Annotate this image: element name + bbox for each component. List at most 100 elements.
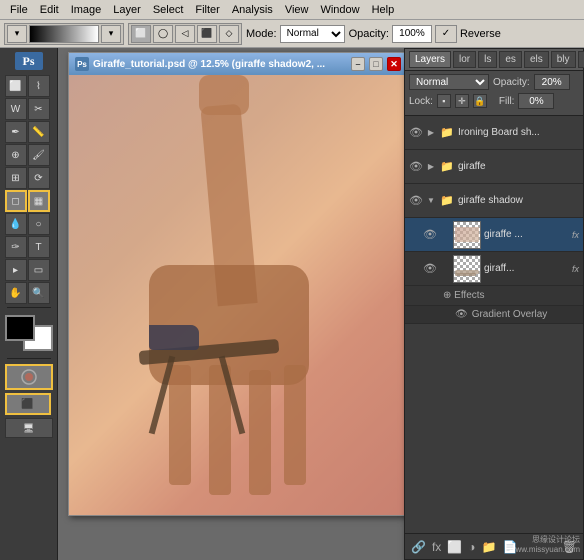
tab-lns[interactable]: lns <box>578 51 584 68</box>
opacity-value-input[interactable] <box>534 74 570 90</box>
ps-logo: Ps <box>15 52 43 70</box>
eye-giraffe[interactable]: 👁 <box>409 160 423 174</box>
ruler-tool[interactable]: 📏 <box>28 121 50 143</box>
menu-help[interactable]: Help <box>366 3 401 17</box>
fill-value-input[interactable] <box>518 93 554 109</box>
zoom-tool[interactable]: 🔍 <box>28 282 50 304</box>
watermark-line2: www.missyuan.com <box>510 545 580 554</box>
radial-gradient-btn[interactable]: ◯ <box>153 25 173 43</box>
layer-name-giraffe: giraffe <box>458 161 579 172</box>
menu-window[interactable]: Window <box>314 3 365 17</box>
eraser-tool[interactable]: ◻ <box>5 190 27 212</box>
spot-healing-tool[interactable]: ⊕ <box>5 144 27 166</box>
crop-tool[interactable]: ✂ <box>28 98 50 120</box>
layer-ironing-board[interactable]: 👁 ▶ 📁 Ironing Board sh... <box>405 116 583 150</box>
foreground-color-swatch[interactable] <box>5 315 35 341</box>
sublayer-giraffe-2[interactable]: 👁 giraff... fx <box>405 252 583 286</box>
tool-row-1: ⬜ ⌇ <box>5 75 53 97</box>
tab-ls[interactable]: ls <box>478 51 497 68</box>
blend-mode-dropdown[interactable]: Normal <box>409 74 489 90</box>
path-select-tool[interactable]: ▸ <box>5 259 27 281</box>
lock-position-btn[interactable]: ✛ <box>455 94 469 108</box>
menu-filter[interactable]: Filter <box>189 3 225 17</box>
expand-ironing-board[interactable]: ▶ <box>426 126 436 140</box>
gradient-preview[interactable] <box>29 25 99 43</box>
eye-sublayer-2[interactable]: 👁 <box>423 262 437 276</box>
opacity-input[interactable] <box>392 25 432 43</box>
link-layers-btn[interactable]: 🔗 <box>411 540 426 554</box>
clone-tool[interactable]: ⊞ <box>5 167 27 189</box>
reflected-gradient-btn[interactable]: ⬛ <box>197 25 217 43</box>
eye-ironing-board[interactable]: 👁 <box>409 126 423 140</box>
menu-edit[interactable]: Edit <box>34 3 65 17</box>
adjustment-layer-btn[interactable]: ◑ <box>468 540 475 554</box>
dodge-tool[interactable]: ○ <box>28 213 50 235</box>
menu-analysis[interactable]: Analysis <box>226 3 279 17</box>
lock-pixels-btn[interactable]: ▪ <box>437 94 451 108</box>
layer-mask-btn[interactable]: ⬜ <box>447 540 462 554</box>
screen-mode-row: ⬛ <box>5 393 53 415</box>
menu-view[interactable]: View <box>279 3 315 17</box>
tab-els[interactable]: els <box>524 51 549 68</box>
tab-layers[interactable]: Layers <box>409 51 451 68</box>
eye-sublayer-1[interactable]: 👁 <box>423 228 437 242</box>
document-minimize-btn[interactable]: – <box>351 57 365 71</box>
canvas-area: Ps Giraffe_tutorial.psd @ 12.5% (giraffe… <box>58 48 584 560</box>
folder-icon-ironing-board: 📁 <box>439 126 455 140</box>
application-frame-btn[interactable]: 🖥 <box>5 418 53 438</box>
layer-styles-btn[interactable]: fx <box>432 540 441 554</box>
angle-gradient-btn[interactable]: ◁ <box>175 25 195 43</box>
marquee-tool[interactable]: ⬜ <box>5 75 27 97</box>
layer-giraffe-shadow[interactable]: 👁 ▼ 📁 giraffe shadow <box>405 184 583 218</box>
menu-layer[interactable]: Layer <box>107 3 147 17</box>
quick-mask-tool[interactable] <box>5 364 53 390</box>
gradient-overlay-row[interactable]: 👁 Gradient Overlay <box>405 306 583 324</box>
eye-giraffe-shadow[interactable]: 👁 <box>409 194 423 208</box>
eyedropper-tool[interactable]: ✒ <box>5 121 27 143</box>
pen-tool[interactable]: ✑ <box>5 236 27 258</box>
history-tool[interactable]: ⟳ <box>28 167 50 189</box>
reverse-checkbox[interactable] <box>435 25 457 43</box>
tool-row-3: ✒ 📏 <box>5 121 53 143</box>
menu-image[interactable]: Image <box>65 3 108 17</box>
hand-tool[interactable]: ✋ <box>5 282 27 304</box>
group-layers-btn[interactable]: 📁 <box>482 540 497 554</box>
expand-giraffe[interactable]: ▶ <box>426 160 436 174</box>
gradient-tool[interactable]: ▦ <box>28 190 50 212</box>
opacity-group: Opacity: Reverse <box>349 25 501 43</box>
sublayer-giraffe-1[interactable]: 👁 giraffe ... fx <box>405 218 583 252</box>
tab-lor[interactable]: lor <box>453 51 476 68</box>
layer-giraffe[interactable]: 👁 ▶ 📁 giraffe <box>405 150 583 184</box>
screen-mode-btn[interactable]: ⬛ <box>5 393 51 415</box>
mode-label: Mode: <box>246 28 277 40</box>
linear-gradient-btn[interactable]: ⬜ <box>131 25 151 43</box>
giraffe-leg-4 <box>284 365 306 485</box>
tool-row-5: ⊞ ⟳ <box>5 167 53 189</box>
eye-gradient-overlay[interactable]: 👁 <box>455 309 468 320</box>
giraffe-composite <box>129 105 329 485</box>
mode-dropdown[interactable]: Normal <box>280 25 345 43</box>
gradient-options-btn[interactable]: ▾ <box>101 25 121 43</box>
iron-object <box>149 325 199 350</box>
menu-file[interactable]: File <box>4 3 34 17</box>
tab-es[interactable]: es <box>499 51 522 68</box>
lock-all-btn[interactable]: 🔒 <box>473 94 487 108</box>
shape-tool[interactable]: ▭ <box>28 259 50 281</box>
brush-preset-btn[interactable]: ▾ <box>7 25 27 43</box>
diamond-gradient-btn[interactable]: ◇ <box>219 25 239 43</box>
lasso-tool[interactable]: ⌇ <box>28 75 50 97</box>
menu-select[interactable]: Select <box>147 3 190 17</box>
blur-tool[interactable]: 💧 <box>5 213 27 235</box>
quick-select-tool[interactable]: W <box>5 98 27 120</box>
tab-bly[interactable]: bly <box>551 51 576 68</box>
document-close-btn[interactable]: ✕ <box>387 57 401 71</box>
document-restore-btn[interactable]: □ <box>369 57 383 71</box>
thumb-checker-1 <box>454 222 480 248</box>
sublayer-fx-1: fx <box>572 230 579 240</box>
gradient-overlay-label: Gradient Overlay <box>472 309 548 320</box>
expand-giraffe-shadow[interactable]: ▼ <box>426 194 436 208</box>
color-swatch-area <box>5 315 53 351</box>
type-tool[interactable]: T <box>28 236 50 258</box>
blend-opacity-row: Normal Opacity: <box>409 74 579 90</box>
brush-tool[interactable]: 🖌 <box>28 144 50 166</box>
